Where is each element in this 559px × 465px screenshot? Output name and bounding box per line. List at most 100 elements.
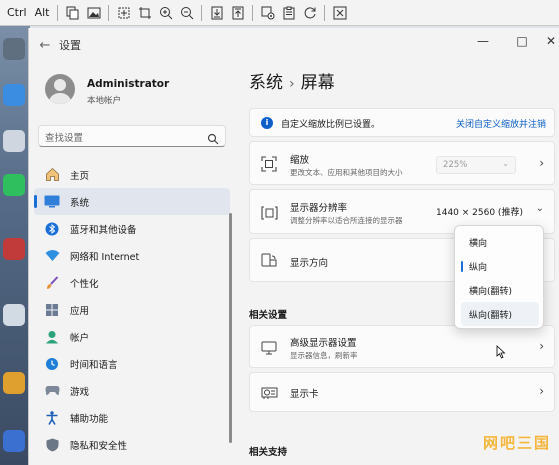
minimize-button[interactable]: — <box>474 34 492 48</box>
clipboard-icon[interactable] <box>279 3 298 22</box>
graphics-card-icon <box>261 385 279 401</box>
crop-icon[interactable] <box>135 3 154 22</box>
toolbar-divider <box>201 4 203 21</box>
sidebar-item-accounts[interactable]: 帐户 <box>34 323 230 350</box>
image-icon[interactable] <box>84 3 103 22</box>
sidebar-item-time-language[interactable]: 时间和语言 <box>34 350 230 377</box>
orientation-option-portrait-flipped[interactable]: 纵向(翻转) <box>461 302 539 326</box>
download-icon[interactable] <box>207 3 226 22</box>
zoom-out-icon[interactable] <box>177 3 196 22</box>
sidebar-item-label: 游戏 <box>70 386 90 398</box>
account-type: 本地帐户 <box>87 96 122 106</box>
alt-key-button[interactable]: Alt <box>32 6 53 19</box>
toolbar-divider <box>57 4 59 21</box>
settings-icon[interactable] <box>258 3 277 22</box>
sidebar-item-gaming[interactable]: 游戏 <box>34 377 230 404</box>
close-icon[interactable] <box>330 3 349 22</box>
advanced-display-setting[interactable]: 高级显示器设置 显示器信息，刷新率 › <box>249 325 555 368</box>
desktop-app-icon[interactable] <box>3 84 25 106</box>
scale-value: 225% <box>443 160 468 170</box>
screen: Ctrl Alt ← 设置 — □ ✕ Administrator 本地帐户 查… <box>0 0 559 465</box>
scale-subtitle: 更改文本、应用和其他项目的大小 <box>290 168 403 177</box>
orientation-option-landscape[interactable]: 横向 <box>461 230 539 254</box>
refresh-icon[interactable] <box>300 3 319 22</box>
sidebar-scrollbar[interactable] <box>229 213 232 443</box>
graphics-setting[interactable]: 显示卡 › <box>249 372 555 412</box>
resolution-select[interactable]: 1440 × 2560 (推荐) <box>436 205 523 218</box>
sidebar-item-label: 应用 <box>70 305 90 317</box>
sidebar-item-label: 蓝牙和其他设备 <box>70 224 137 236</box>
orientation-option-landscape-flipped[interactable]: 横向(翻转) <box>461 278 539 302</box>
watermark: 网吧三国 <box>482 434 551 452</box>
info-icon: i <box>261 117 273 129</box>
user-name: Administrator <box>87 78 170 90</box>
upload-icon[interactable] <box>228 3 247 22</box>
monitor-icon <box>44 194 60 210</box>
sidebar-item-label: 主页 <box>70 170 90 182</box>
back-arrow-icon[interactable]: ← <box>31 38 59 53</box>
scale-icon <box>261 156 279 172</box>
chevron-down-icon: ⌄ <box>502 159 509 168</box>
chevron-right-icon[interactable]: › <box>539 384 544 398</box>
resolution-icon <box>261 205 279 221</box>
orientation-dropdown: 横向 纵向 横向(翻转) 纵向(翻转) <box>454 225 544 329</box>
search-input[interactable]: 查找设置 <box>38 125 226 147</box>
monitor-icon <box>261 340 279 356</box>
bluetooth-icon <box>44 221 60 237</box>
mouse-cursor-icon <box>496 344 506 363</box>
sidebar-item-label: 时间和语言 <box>70 359 118 371</box>
info-banner: i 自定义缩放比例已设置。 关闭自定义缩放并注销 <box>249 108 555 137</box>
zoom-in-icon[interactable] <box>156 3 175 22</box>
copy-icon[interactable] <box>63 3 82 22</box>
desktop-app-icon[interactable] <box>3 430 25 452</box>
sidebar-item-home[interactable]: 主页 <box>34 161 230 188</box>
scale-title: 缩放 <box>290 155 310 166</box>
sidebar-item-accessibility[interactable]: 辅助功能 <box>34 404 230 431</box>
orientation-icon <box>261 253 279 269</box>
advanced-display-title: 高级显示器设置 <box>290 338 357 349</box>
sidebar-item-privacy[interactable]: 隐私和安全性 <box>34 431 230 458</box>
close-window-button[interactable]: ✕ <box>542 34 559 48</box>
desktop-app-icon[interactable] <box>3 174 25 196</box>
scale-select[interactable]: 225% ⌄ <box>436 156 516 174</box>
advanced-display-subtitle: 显示器信息，刷新率 <box>290 351 358 360</box>
desktop-app-icon[interactable] <box>3 372 25 394</box>
sidebar-item-label: 网络和 Internet <box>70 251 140 263</box>
sidebar-item-personalization[interactable]: 个性化 <box>34 269 230 296</box>
sidebar-item-label: 系统 <box>70 197 90 209</box>
breadcrumb-separator: › <box>289 76 295 92</box>
sidebar-item-label: 辅助功能 <box>70 413 109 425</box>
search-icon <box>207 130 219 145</box>
orientation-option-portrait[interactable]: 纵向 <box>461 254 539 278</box>
sign-out-link[interactable]: 关闭自定义缩放并注销 <box>456 117 546 130</box>
page-title: 屏幕 <box>300 73 335 93</box>
resolution-subtitle: 调整分辨率以适合所连接的显示器 <box>290 216 403 225</box>
desktop-app-icon[interactable] <box>3 38 25 60</box>
sidebar-item-network[interactable]: 网络和 Internet <box>34 242 230 269</box>
desktop-app-icon[interactable] <box>3 304 25 326</box>
game-controller-icon <box>44 383 60 399</box>
sidebar-item-apps[interactable]: 应用 <box>34 296 230 323</box>
breadcrumb: 系统 › 屏幕 <box>249 68 335 93</box>
chevron-right-icon[interactable]: › <box>539 156 544 170</box>
brush-icon <box>44 275 60 291</box>
fit-icon[interactable] <box>114 3 133 22</box>
sidebar-item-system[interactable]: 系统 <box>34 188 230 215</box>
sidebar-item-bluetooth[interactable]: 蓝牙和其他设备 <box>34 215 230 242</box>
ctrl-key-button[interactable]: Ctrl <box>4 6 30 19</box>
breadcrumb-parent[interactable]: 系统 <box>249 73 283 93</box>
sidebar-item-label: 帐户 <box>70 332 90 344</box>
chevron-down-icon[interactable]: ⌄ <box>536 203 544 214</box>
orientation-title: 显示方向 <box>290 258 329 269</box>
home-icon <box>44 167 60 183</box>
maximize-button[interactable]: □ <box>513 34 531 48</box>
scale-setting[interactable]: 缩放 更改文本、应用和其他项目的大小 225% ⌄ › <box>249 141 555 185</box>
chevron-right-icon[interactable]: › <box>539 339 544 353</box>
sidebar-item-label: 个性化 <box>70 278 99 290</box>
apps-icon <box>44 302 60 318</box>
desktop-app-icon[interactable] <box>3 130 25 152</box>
graphics-title: 显示卡 <box>290 389 319 400</box>
desktop-app-icon[interactable] <box>3 238 25 260</box>
accessibility-icon <box>44 410 60 426</box>
user-profile[interactable]: Administrator 本地帐户 <box>45 72 235 112</box>
